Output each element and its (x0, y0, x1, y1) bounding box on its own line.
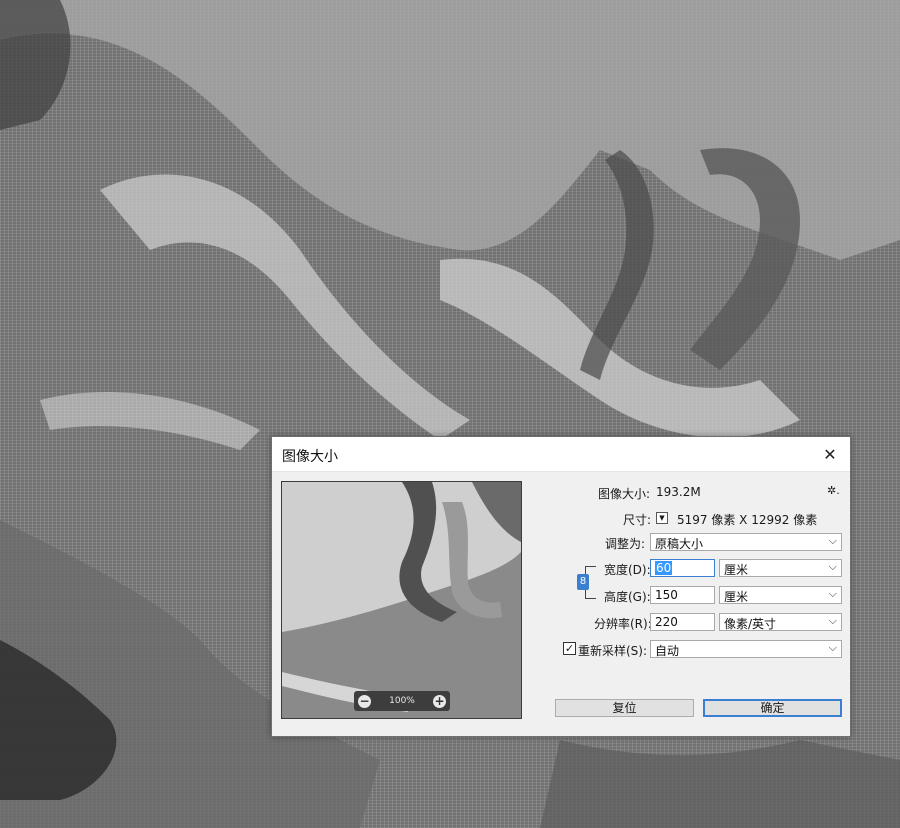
height-value: 150 (655, 588, 678, 602)
resolution-unit-select[interactable]: 像素/英寸 ⌵ (719, 613, 842, 631)
fit-to-label: 调整为: (605, 537, 646, 551)
resample-select[interactable]: 自动 ⌵ (650, 640, 842, 658)
resolution-label: 分辨率(R): (594, 617, 652, 631)
resample-label: 重新采样(S): (578, 644, 648, 658)
close-icon: ✕ (823, 444, 837, 464)
ok-button[interactable]: 确定 (703, 699, 842, 717)
resolution-unit-value: 像素/英寸 (724, 617, 777, 631)
image-size-dialog: 图像大小 ✕ − 100% + 图像大小: 193.2M ✲. 尺寸: ▼ 51… (271, 436, 851, 737)
chevron-down-icon: ⌵ (828, 534, 837, 547)
fit-to-select[interactable]: 原稿大小 ⌵ (650, 533, 842, 551)
dialog-titlebar: 图像大小 ✕ (272, 437, 850, 472)
chevron-down-icon: ⌵ (828, 560, 837, 573)
dialog-title: 图像大小 (282, 449, 338, 465)
link-icon[interactable]: 8 (577, 574, 589, 590)
chevron-down-icon: ⌵ (828, 614, 837, 627)
height-label: 高度(G): (604, 590, 651, 604)
width-input[interactable]: 60 (650, 559, 715, 577)
zoom-out-icon[interactable]: − (358, 694, 371, 708)
preview-artwork (282, 482, 521, 718)
resample-checkbox[interactable]: ✓ (563, 642, 576, 655)
resolution-input[interactable]: 220 (650, 613, 715, 631)
constrain-bracket-bottom (585, 590, 596, 599)
width-unit-value: 厘米 (724, 563, 749, 577)
resample-value: 自动 (655, 644, 680, 658)
width-unit-select[interactable]: 厘米 ⌵ (719, 559, 842, 577)
reset-button[interactable]: 复位 (555, 699, 694, 717)
height-input[interactable]: 150 (650, 586, 715, 604)
preview-zoom-bar: − 100% + (354, 691, 450, 711)
image-size-label: 图像大小: (598, 487, 651, 501)
dimensions-label: 尺寸: (623, 513, 652, 527)
height-unit-value: 厘米 (724, 590, 749, 604)
chevron-down-icon: ⌵ (828, 587, 837, 600)
gear-icon[interactable]: ✲. (827, 484, 840, 497)
close-button[interactable]: ✕ (810, 437, 850, 471)
fit-to-value: 原稿大小 (655, 537, 704, 551)
resolution-value: 220 (655, 615, 678, 629)
width-label: 宽度(D): (604, 563, 651, 577)
height-unit-select[interactable]: 厘米 ⌵ (719, 586, 842, 604)
image-preview[interactable]: − 100% + (281, 481, 522, 719)
width-value: 60 (655, 561, 673, 575)
dimensions-value: 5197 像素 X 12992 像素 (677, 513, 818, 527)
chevron-down-icon: ⌵ (828, 641, 837, 654)
zoom-in-icon[interactable]: + (432, 694, 446, 708)
dimensions-unit-dropdown[interactable]: ▼ (656, 512, 668, 524)
image-size-value: 193.2M (656, 485, 701, 499)
zoom-level: 100% (389, 696, 415, 706)
